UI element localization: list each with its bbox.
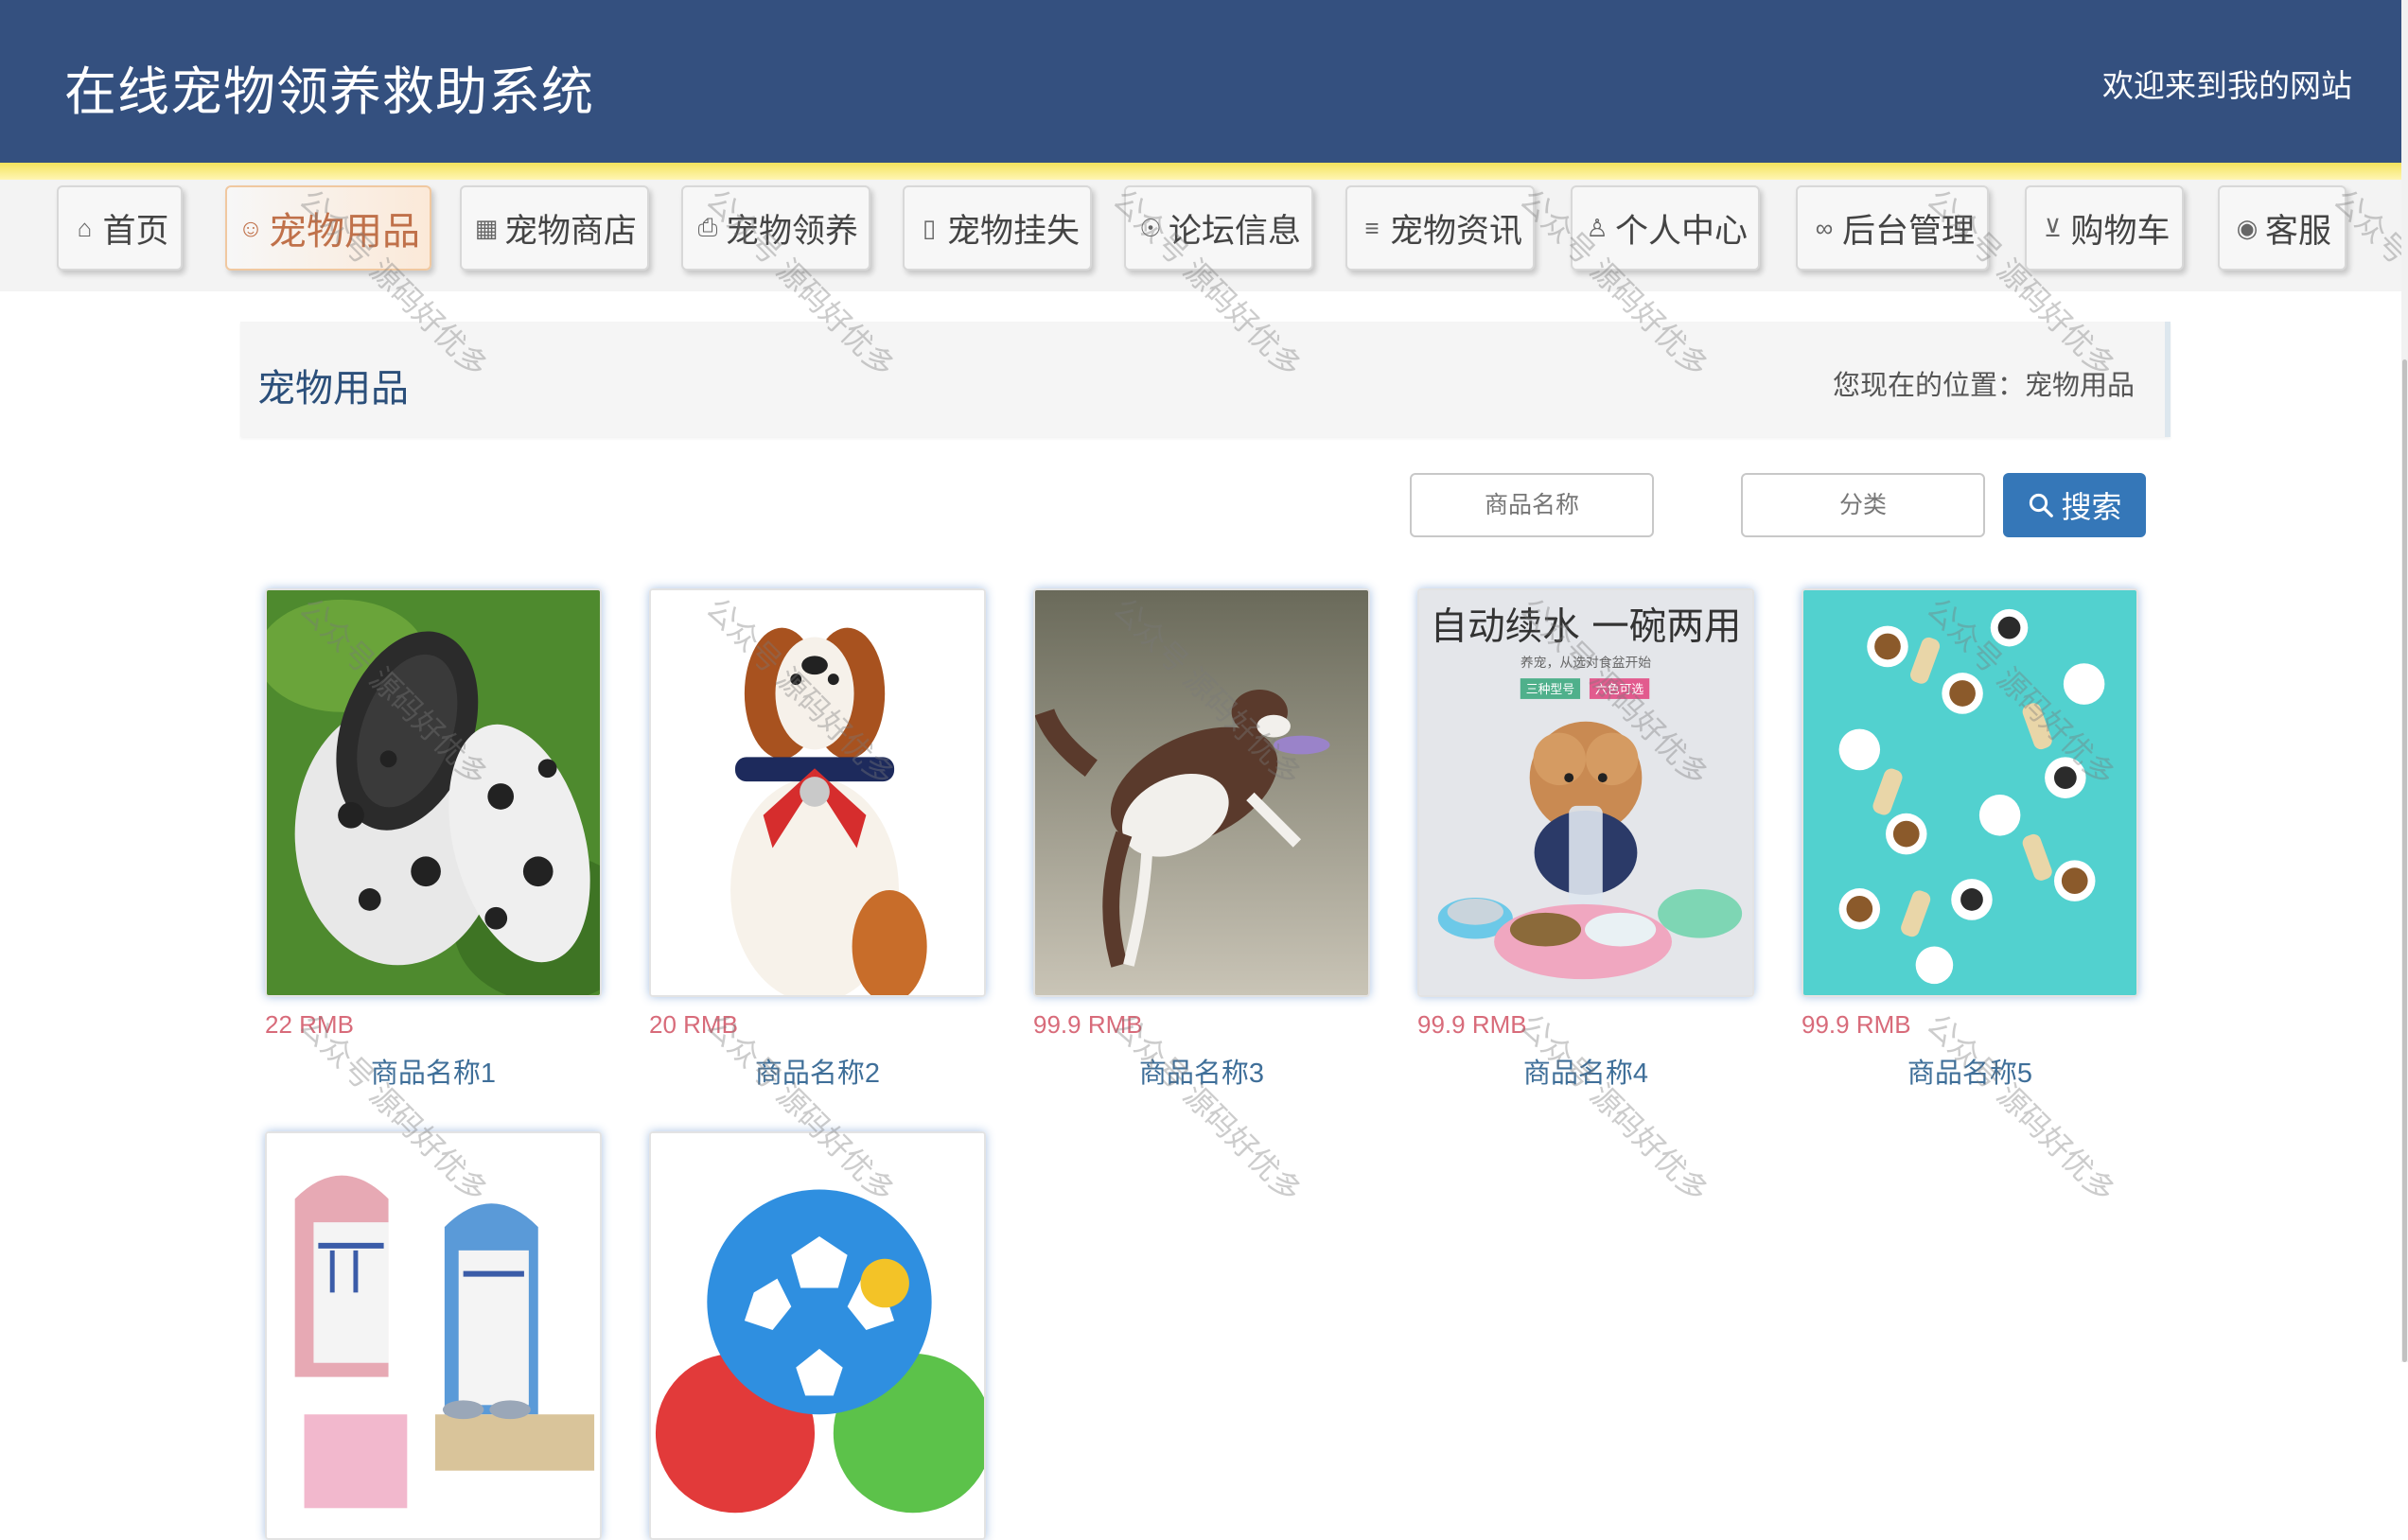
nav-pet-shop[interactable]: ▦ 宠物商店 [460, 185, 649, 271]
bowl-ad-tag-colors: 六色可选 [1595, 682, 1644, 697]
search-button-label: 搜索 [2061, 490, 2122, 524]
nav-label: 客服 [2264, 212, 2331, 250]
nav-support[interactable]: ◉ 客服 [2218, 185, 2346, 271]
nav-cart[interactable]: ⊻ 购物车 [2025, 185, 2184, 271]
cart-icon: ⊻ [2043, 213, 2062, 242]
link-icon: ∞ [1815, 213, 1834, 242]
site-title: 在线宠物领养救助系统 [64, 62, 595, 121]
product-name[interactable]: 商品名称4 [1417, 1051, 1754, 1091]
current-location: 您现在的位置：宠物用品 [1832, 371, 2135, 401]
nav-label: 个人中心 [1614, 212, 1748, 250]
sliders-icon: ≡ [1364, 213, 1380, 242]
product-card: 自动续水 一碗两用 养宠，从选对食盆开始 三种型号 六色可选 99.9 RMB … [1417, 588, 1754, 1091]
product-price: 20 RMB [649, 1010, 738, 1039]
pet-bowl-image[interactable]: 自动续水 一碗两用 养宠，从选对食盆开始 三种型号 六色可选 [1417, 588, 1754, 997]
product-card: 20 RMB 商品名称2 [649, 588, 986, 1091]
product-card [265, 1131, 602, 1540]
product-name[interactable]: 商品名称3 [1033, 1051, 1370, 1091]
bowl-ad-subtitle: 养宠，从选对食盆开始 [1520, 655, 1651, 671]
nav-label: 宠物资讯 [1389, 212, 1522, 250]
product-card: 99.9 RMB 商品名称3 [1033, 588, 1370, 1091]
nav-pet-lost[interactable]: ▯ 宠物挂失 [903, 185, 1092, 271]
welcome-text: 欢迎来到我的网站 [2102, 68, 2352, 103]
nav-forum[interactable]: ☉ 论坛信息 [1124, 185, 1313, 271]
bowl-ad-tag-models: 三种型号 [1526, 683, 1574, 697]
user-icon: ♙ [1586, 213, 1608, 242]
dog-stickers-image[interactable] [1802, 588, 2138, 997]
smile-icon: ☺ [237, 213, 264, 242]
search-button[interactable]: 搜索 [2003, 473, 2146, 537]
pet-shoes-image[interactable] [265, 588, 602, 997]
main-nav: ⌂ 首页 ☺ 宠物用品 ▦ 宠物商店 ⎙ 宠物领养 ▯ 宠物挂失 ☉ 论坛信息 … [0, 180, 2401, 291]
nav-home[interactable]: ⌂ 首页 [57, 185, 183, 271]
category-input[interactable] [1741, 473, 1985, 537]
product-card: 22 RMB 商品名称1 [265, 588, 602, 1091]
nav-label: 宠物领养 [725, 212, 858, 250]
gamepad-icon: ☉ [1139, 213, 1162, 242]
nav-pet-supplies[interactable]: ☺ 宠物用品 [225, 185, 431, 271]
product-name[interactable]: 商品名称1 [265, 1051, 602, 1091]
home-icon: ⌂ [77, 213, 93, 242]
nav-pet-news[interactable]: ≡ 宠物资讯 [1345, 185, 1535, 271]
chat-icon: ◉ [2236, 213, 2259, 242]
nav-pet-adoption[interactable]: ⎙ 宠物领养 [681, 185, 870, 271]
product-name[interactable]: 商品名称2 [649, 1051, 986, 1091]
nav-label: 宠物挂失 [946, 212, 1080, 250]
product-price: 99.9 RMB [1802, 1010, 1911, 1039]
product-card: 99.9 RMB 商品名称5 [1802, 588, 2138, 1091]
product-name[interactable]: 商品名称5 [1802, 1051, 2138, 1091]
nav-label: 宠物用品 [269, 211, 420, 253]
nav-label: 宠物商店 [503, 212, 637, 250]
product-price: 22 RMB [265, 1010, 354, 1039]
search-icon [2030, 493, 2054, 517]
grid-icon: ▦ [474, 213, 499, 242]
scrollbar-thumb[interactable] [2402, 359, 2407, 1362]
product-price: 99.9 RMB [1417, 1010, 1527, 1039]
product-name-input[interactable] [1410, 473, 1654, 537]
pet-furniture-image[interactable] [265, 1131, 602, 1540]
nav-profile[interactable]: ♙ 个人中心 [1571, 185, 1760, 271]
page-title: 宠物用品 [257, 368, 409, 410]
columns-icon: ▯ [922, 213, 937, 242]
dog-frisbee-image[interactable] [1033, 588, 1370, 997]
bowl-ad-headline: 自动续水 一碗两用 [1431, 604, 1742, 648]
nav-admin[interactable]: ∞ 后台管理 [1796, 185, 1989, 271]
nav-label: 购物车 [2070, 212, 2171, 250]
nav-label: 论坛信息 [1168, 212, 1301, 250]
product-price: 99.9 RMB [1033, 1010, 1143, 1039]
page-scrollbar[interactable] [2401, 0, 2408, 1362]
product-card [649, 1131, 986, 1540]
nav-label: 首页 [102, 212, 169, 250]
printer-icon: ⎙ [697, 213, 718, 241]
dog-ball-image[interactable] [649, 1131, 986, 1540]
breadcrumb: 宠物用品 您现在的位置：宠物用品 [240, 322, 2171, 437]
dog-bowtie-image[interactable] [649, 588, 986, 997]
header-divider [0, 163, 2401, 180]
site-header: 在线宠物领养救助系统 欢迎来到我的网站 [0, 0, 2401, 163]
nav-label: 后台管理 [1841, 212, 1975, 250]
